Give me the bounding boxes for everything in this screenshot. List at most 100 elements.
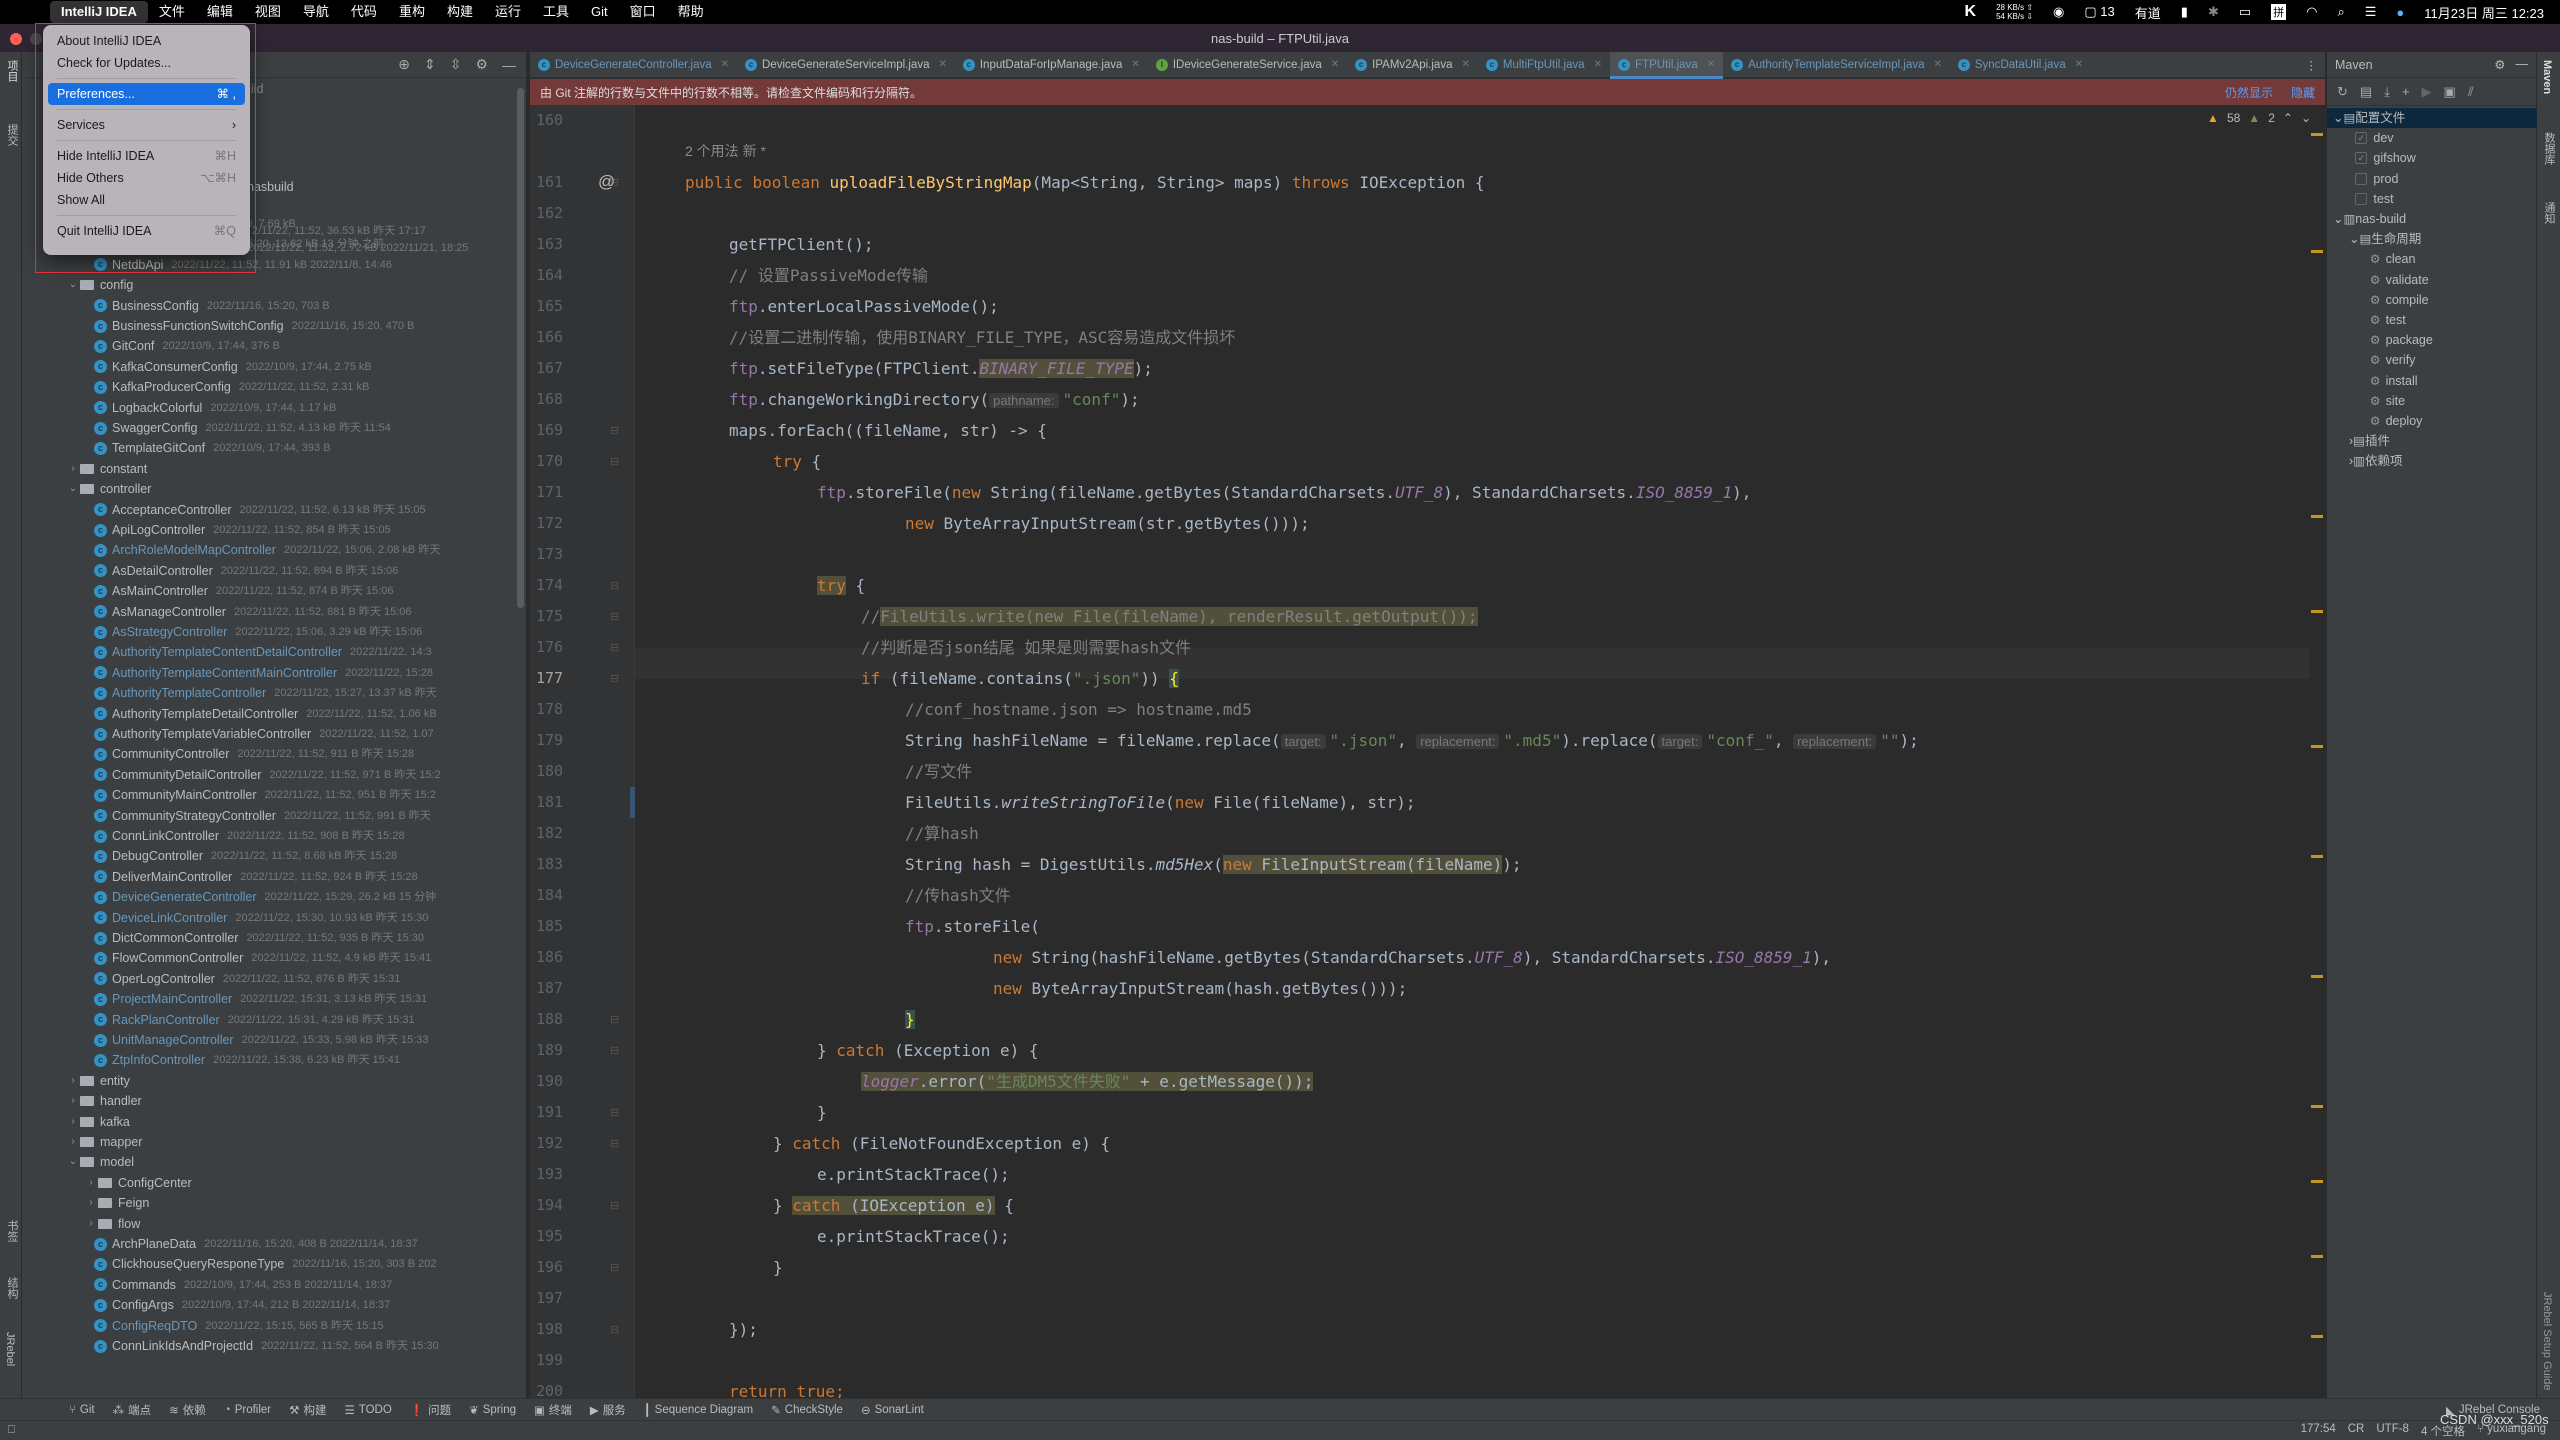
chevron-right-icon[interactable]: › [66,1071,80,1091]
maven-goal[interactable]: ⚙ validate [2327,270,2537,290]
fold-marker-icon[interactable]: ⊟ [610,1013,619,1026]
maven-profile-item[interactable]: ✓ gifshow [2327,148,2537,168]
jrebel-tool-tab[interactable]: JRebel [4,1332,16,1366]
menu-edit[interactable]: 编辑 [196,1,244,23]
tree-file[interactable]: c CommunityDetailController 2022/11/22, 11… [94,765,441,785]
menu-git[interactable]: Git [580,1,619,23]
hide-panel-icon[interactable]: — [502,57,516,73]
tree-file[interactable]: c ClickhouseQueryResponeType 2022/11/16, 1… [94,1254,436,1274]
tree-file[interactable]: c AuthorityTemplateContentMainController 2… [94,663,433,683]
tree-file[interactable]: c ConnLinkIdsAndProjectId 2022/11/22, 11:5… [94,1336,439,1356]
bluetooth-icon[interactable]: ✱ [2208,4,2219,20]
menu-item-check-updates[interactable]: Check for Updates... [48,52,245,74]
spotlight-icon[interactable]: ⌕ [2337,4,2344,20]
usage-inlay-hint[interactable]: 2 个用法 新 * [685,136,766,167]
tree-file[interactable]: c Commands 2022/10/9, 17:44, 253 B 2022/11… [94,1275,392,1295]
toggle-offline-icon[interactable]: ⫽ [2468,84,2474,100]
tree-file[interactable]: c DictCommonController 2022/11/22, 11:52, … [94,928,424,948]
input-method-icon[interactable]: 拼 [2271,4,2287,20]
tree-folder[interactable]: › flow [84,1214,140,1234]
warning-marker[interactable] [2311,1105,2323,1108]
maven-goal[interactable]: ⚙ install [2327,371,2537,391]
tool-window-12[interactable]: ⊖ SonarLint [852,1403,933,1417]
notifications-tool-tab[interactable]: 通知 [2541,202,2557,224]
tool-window-6[interactable]: ❗ 问题 [401,1402,460,1418]
tree-file[interactable]: c ApiLogController 2022/11/22, 11:52, 854 … [94,520,391,540]
tool-window-5[interactable]: ☰ TODO [335,1403,400,1417]
tool-window-7[interactable]: ❦ Spring [460,1403,525,1417]
caret-position[interactable]: 177:54 [2301,1423,2336,1439]
fold-marker-icon[interactable]: ⊟ [610,1137,619,1150]
tree-file[interactable]: c BusinessFunctionSwitchConfig 2022/11/16,… [94,316,414,336]
tree-folder[interactable]: ⌄ model [66,1152,134,1172]
jrebel-setup-guide-tab[interactable]: JRebel Setup Guide [2541,1292,2553,1390]
layout-icon[interactable]: ⎕ [0,1424,15,1437]
maven-goal[interactable]: ⚙ verify [2327,350,2537,370]
tree-file[interactable]: c DebugController 2022/11/22, 11:52, 8.68 … [94,846,397,866]
menu-file[interactable]: 文件 [148,1,196,23]
tree-folder[interactable]: › kafka [66,1112,130,1132]
tree-file[interactable]: c AsDetailController 2022/11/22, 11:52, 89… [94,561,398,581]
more-tabs-icon[interactable]: ⋮ [2306,58,2326,72]
maven-goal[interactable]: ⚙ compile [2327,290,2537,310]
wechat-icon[interactable]: ◉ [2053,4,2064,20]
editor-tab[interactable]: I IDeviceGenerateService.java ✕ [1148,52,1347,78]
warning-marker[interactable] [2311,975,2323,978]
commit-tool-tab[interactable]: 提交 [4,124,20,146]
chevron-right-icon[interactable]: › [66,459,80,479]
tree-file[interactable]: c DeliverMainController 2022/11/22, 11:52,… [94,867,418,887]
clock[interactable]: 11月23日 周三 12:23 [2424,3,2544,22]
maven-lifecycle-node[interactable]: ⌄ ▤ 生命周期 [2327,229,2537,249]
warning-marker[interactable] [2311,1335,2323,1338]
close-tab-icon[interactable]: ✕ [2075,59,2083,70]
fold-marker-icon[interactable]: ⊟ [610,1323,619,1336]
tree-folder[interactable]: › constant [66,459,147,479]
control-center-icon[interactable]: ☰ [2365,4,2377,20]
battery-icon[interactable]: ▭ [2239,4,2251,20]
warning-marker[interactable] [2311,745,2323,748]
editor-tab[interactable]: c IPAMv2Api.java ✕ [1347,52,1478,78]
fold-marker-icon[interactable]: ⊟ [610,424,619,437]
editor-error-stripe[interactable] [2310,105,2325,1398]
warning-marker[interactable] [2311,610,2323,613]
bookmark-app-icon[interactable]: ▮ [2181,4,2188,20]
fold-marker-icon[interactable]: ⊟ [610,455,619,468]
close-tab-icon[interactable]: ✕ [1707,59,1715,70]
line-separator[interactable]: CR [2348,1423,2365,1439]
maven-profile-item[interactable]: ✓ dev [2327,128,2537,148]
maven-tool-tab[interactable]: Maven [2541,60,2553,94]
tree-file[interactable]: c ArchPlaneData 2022/11/16, 15:20, 408 B 2… [94,1234,418,1254]
maven-profile-item[interactable]: test [2327,189,2537,209]
editor-tab[interactable]: c MultiFtpUtil.java ✕ [1478,52,1610,78]
tree-file[interactable]: c FlowCommonController 2022/11/22, 11:52, … [94,948,431,968]
tree-file[interactable]: c AsManageController 2022/11/22, 11:52, 88… [94,602,412,622]
close-tab-icon[interactable]: ✕ [1131,59,1139,70]
file-encoding[interactable]: UTF-8 [2376,1423,2409,1439]
menu-help[interactable]: 帮助 [667,1,715,23]
menu-item-quit[interactable]: Quit IntelliJ IDEA ⌘Q [48,220,245,242]
close-tab-icon[interactable]: ✕ [1594,59,1602,70]
tool-window-10[interactable]: ┃ Sequence Diagram [635,1403,762,1417]
menu-item-preferences[interactable]: Preferences... ⌘ , [48,83,245,105]
editor-tab[interactable]: c DeviceGenerateController.java ✕ [530,52,737,78]
tree-file[interactable]: c RackPlanController 2022/11/22, 15:31, 4.… [94,1010,415,1030]
checkbox-checked[interactable]: ✓ [2355,152,2368,165]
k-app-icon[interactable]: K [1965,3,1977,21]
hide-banner-link[interactable]: 隐藏 [2291,84,2315,101]
tool-window-3[interactable]: ◔ Profiler [215,1404,280,1416]
checkbox-unchecked[interactable] [2355,172,2368,185]
tool-window-11[interactable]: ✎ CheckStyle [762,1403,852,1417]
wifi-icon[interactable]: ◠ [2306,4,2317,20]
inspection-widget[interactable]: ▲ 58 ▲ 2 ⌃ ⌄ [2207,105,2311,131]
tree-file[interactable]: c DeviceGenerateController 2022/11/22, 15:… [94,887,436,907]
add-project-icon[interactable]: ▤ [2360,84,2372,100]
fold-marker-icon[interactable]: ⊟ [610,610,619,623]
menu-navigate[interactable]: 导航 [292,1,340,23]
maven-goal[interactable]: ⚙ package [2327,330,2537,350]
tree-file[interactable]: c AsMainController 2022/11/22, 11:52, 874 … [94,581,393,601]
locate-icon[interactable]: ⊕ [398,56,410,73]
tree-file[interactable]: c KafkaConsumerConfig 2022/10/9, 17:44, 2.… [94,357,372,377]
chevron-right-icon[interactable]: › [84,1193,98,1213]
chevron-right-icon[interactable]: › [84,1173,98,1193]
chevron-right-icon[interactable]: › [84,1214,98,1234]
